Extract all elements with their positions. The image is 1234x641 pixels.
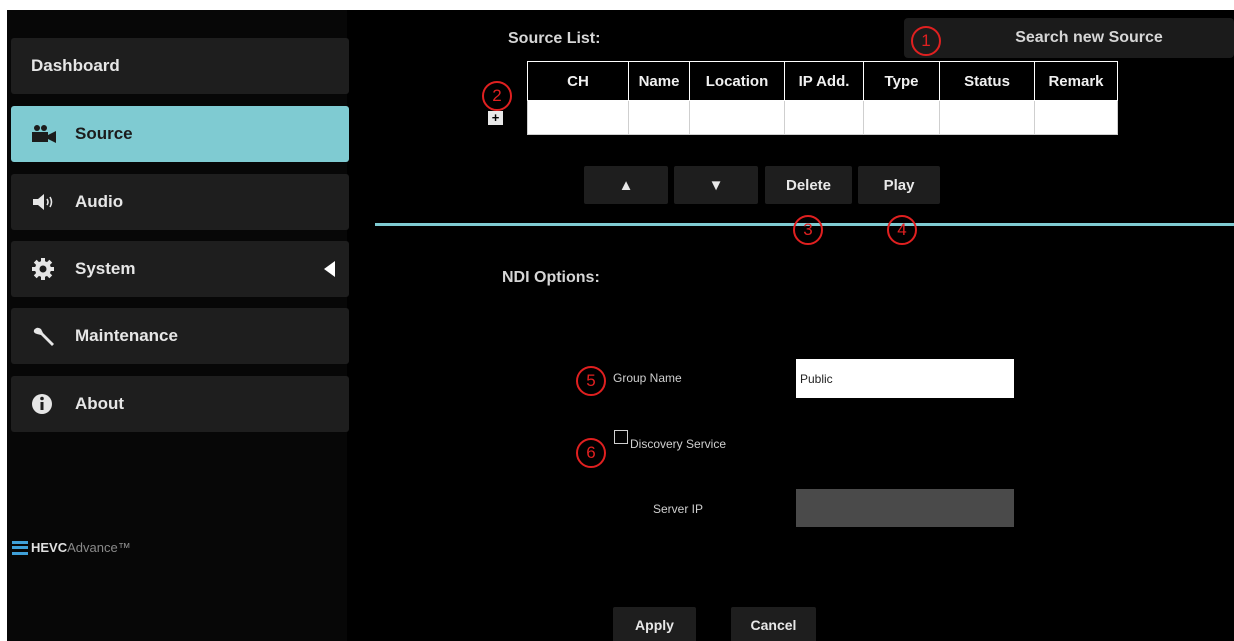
wrench-icon: [31, 324, 61, 348]
move-down-button[interactable]: ▼: [674, 166, 758, 204]
table-cell: [689, 100, 785, 135]
sidebar-item-label: About: [75, 394, 125, 413]
sidebar-item-system[interactable]: System: [11, 241, 349, 297]
callout-5: 5: [576, 366, 606, 396]
collapse-caret-icon[interactable]: [324, 261, 335, 277]
add-source-button[interactable]: +: [488, 111, 503, 125]
table-cell: [628, 100, 690, 135]
callout-3: 3: [793, 215, 823, 245]
discovery-service-label: Discovery Service: [630, 437, 727, 451]
callout-6: 6: [576, 438, 606, 468]
sidebar-item-label: Source: [75, 124, 133, 143]
column-header-type[interactable]: Type: [863, 61, 940, 101]
column-header-status[interactable]: Status: [939, 61, 1035, 101]
table-row[interactable]: [527, 100, 1118, 135]
cancel-button[interactable]: Cancel: [731, 607, 816, 641]
column-header-ch[interactable]: CH: [527, 61, 629, 101]
move-up-button[interactable]: ▲: [584, 166, 668, 204]
sidebar-item-maintenance[interactable]: Maintenance: [11, 308, 349, 364]
group-name-input[interactable]: [796, 359, 1014, 398]
column-header-location[interactable]: Location: [689, 61, 785, 101]
sidebar-item-audio[interactable]: Audio: [11, 174, 349, 230]
table-cell: [1034, 100, 1118, 135]
callout-2: 2: [482, 81, 512, 111]
table-cell: [863, 100, 940, 135]
source-table: CH Name Location IP Add. Type Status Rem…: [527, 61, 1118, 135]
sidebar-item-label: System: [75, 259, 136, 278]
logo-mark-icon: [12, 540, 28, 555]
apply-button[interactable]: Apply: [613, 607, 696, 641]
brand-logo: HEVC Advance ™: [12, 540, 131, 555]
table-cell: [784, 100, 864, 135]
sidebar-item-about[interactable]: About: [11, 376, 349, 432]
group-name-label: Group Name: [613, 371, 682, 385]
column-header-ip[interactable]: IP Add.: [784, 61, 864, 101]
server-ip-input[interactable]: [796, 489, 1014, 527]
delete-button[interactable]: Delete: [765, 166, 852, 204]
camera-icon: [31, 122, 61, 146]
sidebar-item-label: Dashboard: [31, 56, 120, 75]
source-list-title: Source List:: [508, 30, 601, 47]
server-ip-label: Server IP: [653, 502, 704, 516]
column-header-remark[interactable]: Remark: [1034, 61, 1118, 101]
search-new-source-button[interactable]: Search new Source: [904, 18, 1234, 58]
app-window: Dashboard Source Audio System Maintenanc…: [7, 10, 1234, 641]
sidebar: Dashboard Source Audio System Maintenanc…: [7, 10, 349, 641]
callout-1: 1: [911, 26, 941, 56]
info-icon: [31, 392, 61, 416]
sidebar-item-source[interactable]: Source: [11, 106, 349, 162]
speaker-icon: [31, 190, 61, 214]
sidebar-item-label: Audio: [75, 192, 124, 211]
callout-4: 4: [887, 215, 917, 245]
table-cell: [939, 100, 1035, 135]
ndi-options-title: NDI Options:: [502, 269, 600, 286]
sidebar-item-dashboard[interactable]: Dashboard: [11, 38, 349, 94]
column-header-name[interactable]: Name: [628, 61, 690, 101]
play-button[interactable]: Play: [858, 166, 940, 204]
table-cell: [527, 100, 629, 135]
table-header-row: CH Name Location IP Add. Type Status Rem…: [527, 61, 1118, 101]
gear-icon: [31, 257, 61, 281]
sidebar-item-label: Maintenance: [75, 326, 178, 345]
discovery-service-checkbox[interactable]: [614, 430, 628, 444]
